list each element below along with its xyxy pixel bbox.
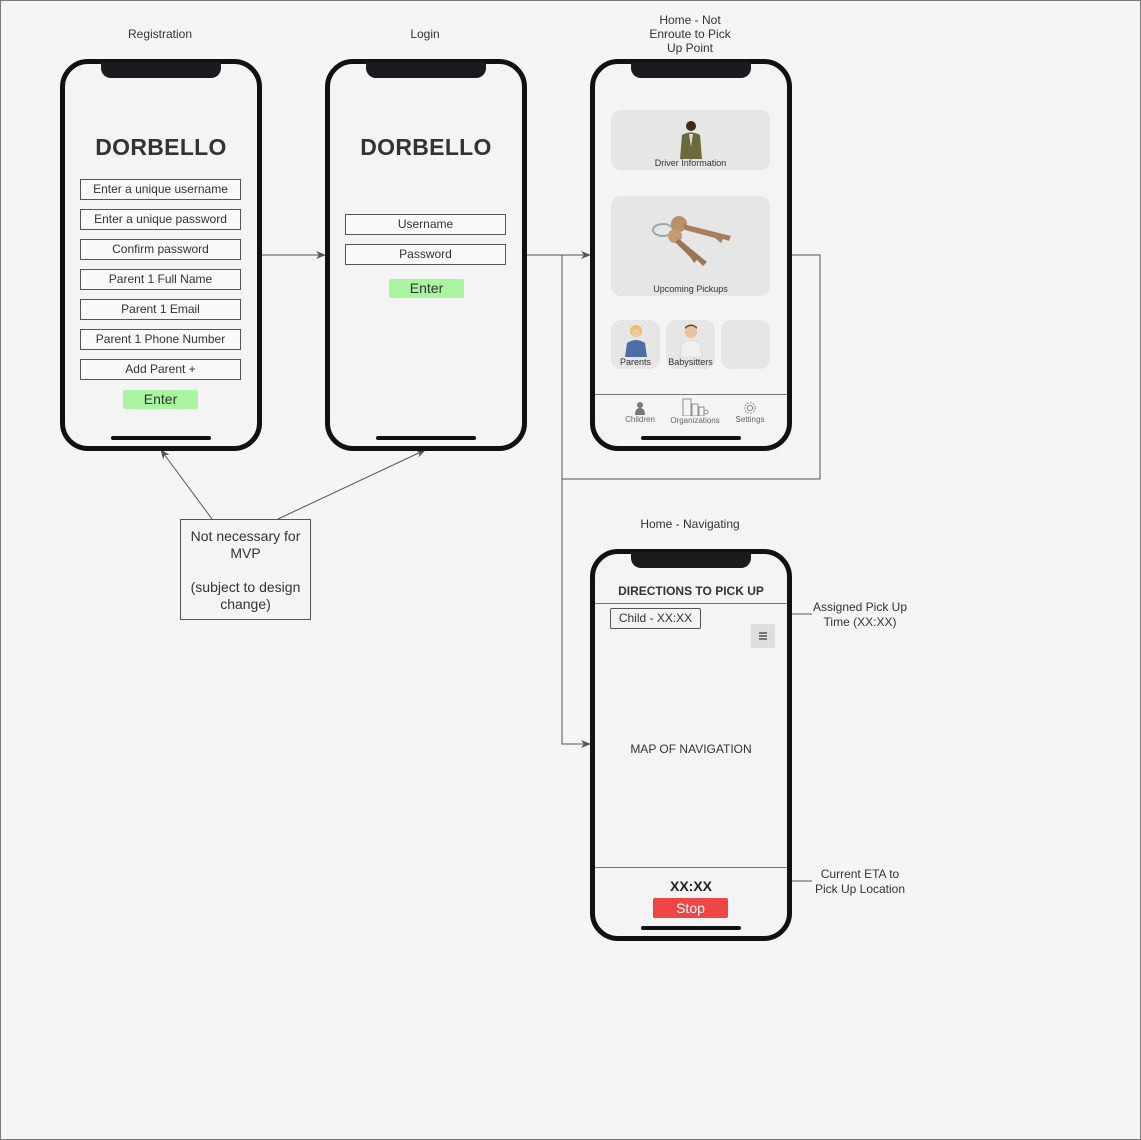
footer-divider bbox=[595, 867, 787, 868]
nav-settings[interactable]: Settings bbox=[722, 401, 778, 424]
username-field[interactable]: Enter a unique username bbox=[80, 179, 241, 200]
phone-registration: DORBELLO Enter a unique username Enter a… bbox=[60, 59, 262, 451]
arrow-note-to-registration bbox=[160, 449, 213, 520]
upcoming-pickups-label: Upcoming Pickups bbox=[653, 284, 728, 294]
keys-icon bbox=[652, 216, 731, 266]
parents-label: Parents bbox=[619, 357, 652, 367]
assigned-time-note: Assigned Pick Up Time (XX:XX) bbox=[800, 600, 920, 630]
note-line: Current ETA to bbox=[820, 867, 900, 881]
phone-login: DORBELLO Username Password Enter bbox=[325, 59, 527, 451]
add-parent-button[interactable]: Add Parent + bbox=[80, 359, 241, 380]
buildings-icon bbox=[682, 398, 709, 416]
app-logo: DORBELLO bbox=[360, 134, 492, 160]
parents-card[interactable]: Parents bbox=[611, 320, 660, 369]
child-icon bbox=[635, 402, 645, 415]
parent-phone-field[interactable]: Parent 1 Phone Number bbox=[80, 329, 241, 350]
home-indicator bbox=[641, 926, 741, 930]
child-pickup-time: Child - XX:XX bbox=[610, 608, 701, 629]
caption-login: Login bbox=[410, 27, 440, 41]
home-indicator bbox=[111, 436, 211, 440]
confirm-password-field[interactable]: Confirm password bbox=[80, 239, 241, 260]
password-field[interactable]: Password bbox=[345, 244, 506, 265]
nav-settings-label: Settings bbox=[735, 415, 765, 424]
caption-home-navigating: Home - Navigating bbox=[640, 517, 740, 531]
note-line: Pick Up Location bbox=[814, 882, 906, 896]
babysitters-label: Babysitters bbox=[668, 357, 713, 367]
caption-registration: Registration bbox=[127, 27, 193, 41]
note-spacer bbox=[181, 562, 310, 579]
driver-icon bbox=[680, 121, 702, 159]
note-line: (subject to design bbox=[190, 579, 301, 595]
phone-notch bbox=[366, 62, 486, 78]
stop-button[interactable]: Stop bbox=[653, 898, 728, 918]
eta-value: XX:XX bbox=[669, 878, 712, 894]
parent-email-field[interactable]: Parent 1 Email bbox=[80, 299, 241, 320]
caption-line: Enroute to Pick bbox=[649, 27, 731, 41]
note-line: Not necessary for bbox=[190, 528, 301, 544]
parents-icon bbox=[625, 325, 647, 357]
note-line: Time (XX:XX) bbox=[823, 615, 897, 629]
enter-button[interactable]: Enter bbox=[389, 279, 464, 298]
babysitters-card[interactable]: Babysitters bbox=[666, 320, 715, 369]
nav-children[interactable]: Children bbox=[612, 401, 668, 424]
nav-organizations-label: Organizations bbox=[670, 416, 720, 425]
phone-notch bbox=[101, 62, 221, 78]
app-logo: DORBELLO bbox=[95, 134, 227, 160]
hamburger-icon bbox=[759, 632, 767, 640]
arrow-note-to-login bbox=[277, 449, 426, 520]
username-field[interactable]: Username bbox=[345, 214, 506, 235]
mvp-note: Not necessary for MVP (subject to design… bbox=[180, 519, 311, 620]
note-line: change) bbox=[220, 596, 271, 612]
caption-home-not-enroute: Home - Not Enroute to Pick Up Point bbox=[630, 13, 750, 55]
home-indicator bbox=[641, 436, 741, 440]
phone-notch bbox=[631, 62, 751, 78]
home-indicator bbox=[376, 436, 476, 440]
note-line: Assigned Pick Up bbox=[812, 600, 908, 614]
nav-divider bbox=[595, 394, 787, 395]
enter-button[interactable]: Enter bbox=[123, 390, 198, 409]
empty-card[interactable] bbox=[721, 320, 770, 369]
driver-info-card[interactable]: Driver Information bbox=[611, 110, 770, 170]
upcoming-pickups-card[interactable]: Upcoming Pickups bbox=[611, 196, 770, 296]
nav-children-label: Children bbox=[625, 415, 655, 424]
babysitters-icon bbox=[679, 324, 703, 357]
driver-info-label: Driver Information bbox=[654, 158, 727, 168]
phone-home-navigating: DIRECTIONS TO PICK UP Child - XX:XX MAP … bbox=[590, 549, 792, 941]
phone-home-not-enroute: Driver Information Upcoming Pickups Pare… bbox=[590, 59, 792, 451]
gear-icon bbox=[744, 402, 756, 414]
directions-header: DIRECTIONS TO PICK UP bbox=[618, 584, 764, 598]
header-divider bbox=[595, 603, 787, 604]
caption-line: Home - Not bbox=[659, 13, 721, 27]
current-eta-note: Current ETA to Pick Up Location bbox=[800, 867, 920, 897]
map-area[interactable]: MAP OF NAVIGATION bbox=[595, 742, 787, 756]
phone-notch bbox=[631, 552, 751, 568]
parent-name-field[interactable]: Parent 1 Full Name bbox=[80, 269, 241, 290]
caption-line: Up Point bbox=[666, 41, 714, 55]
menu-button[interactable] bbox=[751, 624, 775, 648]
password-field[interactable]: Enter a unique password bbox=[80, 209, 241, 230]
nav-organizations[interactable]: Organizations bbox=[667, 398, 723, 425]
note-line: MVP bbox=[230, 545, 261, 561]
arrow-to-navigating bbox=[561, 479, 591, 748]
